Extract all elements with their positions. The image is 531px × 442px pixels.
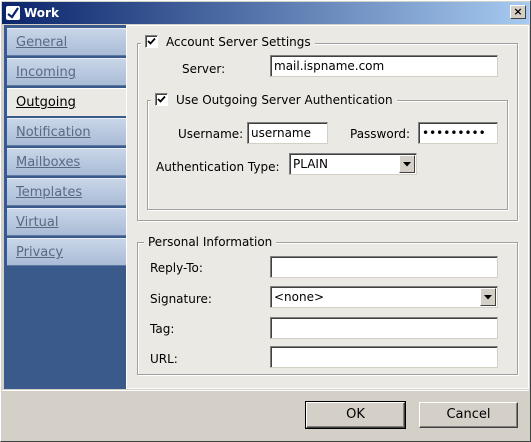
server-label: Server: xyxy=(182,62,226,76)
settings-panel: Account Server Settings Server: mail.isp… xyxy=(126,25,529,389)
close-icon: × xyxy=(513,5,523,18)
title-bar[interactable]: Work × xyxy=(2,2,529,24)
checkmark-icon xyxy=(147,37,156,45)
sidebar-item-templates[interactable]: Templates xyxy=(7,178,126,206)
url-input[interactable] xyxy=(270,346,498,368)
username-label: Username: xyxy=(178,127,244,141)
outgoing-auth-legend[interactable]: Use Outgoing Server Authentication xyxy=(151,93,397,107)
outgoing-auth-checkbox[interactable] xyxy=(155,93,168,106)
preferences-window: Work × General Incoming Outgoing Notific… xyxy=(0,0,531,442)
cancel-button[interactable]: Cancel xyxy=(419,402,518,428)
sidebar-item-label: General xyxy=(16,35,68,50)
sidebar-item-label: Mailboxes xyxy=(16,155,81,170)
chevron-down-icon xyxy=(403,162,411,167)
auth-type-value: PLAIN xyxy=(293,157,328,171)
close-button[interactable]: × xyxy=(510,5,526,19)
password-input[interactable]: ••••••••• xyxy=(418,122,498,144)
ok-button[interactable]: OK xyxy=(305,401,406,429)
signature-label: Signature: xyxy=(150,292,212,306)
sidebar-item-outgoing[interactable]: Outgoing xyxy=(7,88,129,116)
sidebar-item-label: Virtual xyxy=(16,215,59,230)
sidebar-item-virtual[interactable]: Virtual xyxy=(7,208,126,236)
sidebar-item-mailboxes[interactable]: Mailboxes xyxy=(7,148,126,176)
reply-to-label: Reply-To: xyxy=(150,261,203,275)
outgoing-auth-label: Use Outgoing Server Authentication xyxy=(176,93,393,107)
username-input[interactable]: username xyxy=(247,122,328,144)
checkmark-icon xyxy=(157,95,166,103)
button-bar: OK Cancel xyxy=(2,390,529,441)
auth-type-select[interactable]: PLAIN xyxy=(289,153,417,175)
sidebar-item-label: Templates xyxy=(16,185,83,200)
sidebar-item-general[interactable]: General xyxy=(7,28,126,56)
auth-type-dropdown-button[interactable] xyxy=(399,155,415,173)
password-label: Password: xyxy=(350,127,411,141)
sidebar-item-label: Outgoing xyxy=(16,95,76,110)
sidebar-item-incoming[interactable]: Incoming xyxy=(7,58,126,86)
account-server-checkbox[interactable] xyxy=(145,35,158,48)
sidebar-item-label: Incoming xyxy=(16,65,76,80)
server-input[interactable]: mail.ispname.com xyxy=(270,55,498,77)
chevron-down-icon xyxy=(484,295,492,300)
sidebar-item-notification[interactable]: Notification xyxy=(7,118,126,146)
tag-input[interactable] xyxy=(270,317,498,339)
signature-select[interactable]: <none> xyxy=(270,286,498,308)
sidebar-item-label: Notification xyxy=(16,125,91,140)
account-server-legend[interactable]: Account Server Settings xyxy=(141,35,315,49)
reply-to-input[interactable] xyxy=(270,256,498,278)
url-label: URL: xyxy=(150,352,178,366)
sidebar: General Incoming Outgoing Notification M… xyxy=(4,25,129,389)
signature-dropdown-button[interactable] xyxy=(480,288,496,306)
sidebar-item-privacy[interactable]: Privacy xyxy=(7,238,126,266)
app-logo-icon xyxy=(5,5,21,21)
tag-label: Tag: xyxy=(150,322,175,336)
window-title: Work xyxy=(24,6,59,20)
auth-type-label: Authentication Type: xyxy=(156,160,280,174)
account-server-label: Account Server Settings xyxy=(166,35,311,49)
personal-info-legend: Personal Information xyxy=(144,235,277,249)
signature-value: <none> xyxy=(274,290,325,304)
sidebar-item-label: Privacy xyxy=(16,245,64,260)
